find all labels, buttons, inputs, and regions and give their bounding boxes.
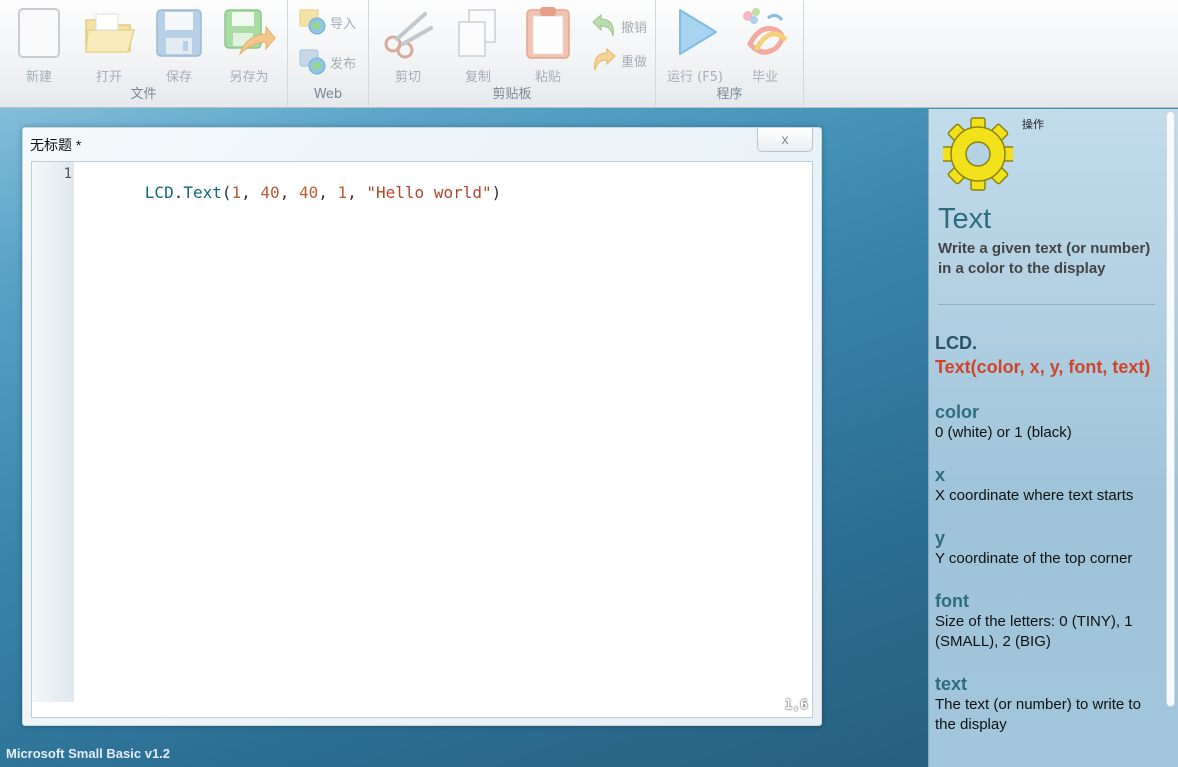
code-token: Text	[183, 183, 222, 202]
graduate-icon	[738, 6, 792, 60]
param-description: 0 (white) or 1 (black)	[935, 424, 1072, 441]
save-as-button[interactable]: 另存为	[217, 6, 281, 85]
help-signature: Text(color, x, y, font, text)	[935, 357, 1151, 377]
cursor-position: 1,6	[784, 698, 808, 713]
publish-button[interactable]: 发布	[298, 48, 357, 76]
param-name: color	[935, 402, 980, 422]
code-token: 40	[298, 183, 319, 202]
code-token: (	[221, 183, 232, 202]
editor-title: 无标题 *	[30, 137, 82, 153]
code-token: )	[491, 183, 502, 202]
code-token: .	[173, 183, 184, 202]
redo-button-label: 重做	[621, 54, 648, 70]
paste-button[interactable]: 粘贴	[516, 6, 580, 85]
help-scrollbar[interactable]	[1166, 111, 1175, 707]
code-token: ,	[279, 183, 299, 202]
publish-globe-icon	[298, 48, 328, 76]
ribbon-toolbar: 新建 打开 保存 另存为 文件 导入 发布 Web 剪切 复制 粘贴 撤销 重做…	[0, 0, 1178, 108]
line-number: 1	[63, 166, 72, 182]
graduate-button[interactable]: 毕业	[733, 6, 797, 85]
import-button[interactable]: 导入	[298, 8, 357, 36]
program-group-label: 程序	[716, 87, 743, 102]
program-group: 运行 (F5) 毕业 程序	[656, 0, 804, 106]
copy-button[interactable]: 复制	[446, 6, 510, 85]
param-name: y	[935, 528, 946, 548]
save-as-icon	[222, 6, 276, 60]
close-icon: x	[781, 131, 789, 147]
new-button[interactable]: 新建	[7, 6, 71, 85]
web-group-label: Web	[313, 87, 343, 102]
clipboard-paste-icon	[521, 6, 575, 60]
clipboard-group: 剪切 复制 粘贴 撤销 重做 剪贴板	[369, 0, 656, 106]
code-editor[interactable]: 1 LCD.Text(1, 40, 40, 1, "Hello world") …	[31, 161, 813, 718]
file-group: 新建 打开 保存 另存为 文件	[0, 0, 288, 106]
run-play-icon	[668, 6, 722, 60]
import-globe-icon	[298, 8, 328, 36]
cut-button[interactable]: 剪切	[376, 6, 440, 85]
code-token: ,	[318, 183, 338, 202]
param-text: text The text (or number) to write to th…	[935, 673, 1160, 735]
redo-button[interactable]: 重做	[589, 46, 648, 74]
code-token: ,	[241, 183, 261, 202]
help-summary: Write a given text (or number) in a colo…	[938, 240, 1151, 277]
section-label: 操作	[1022, 119, 1044, 131]
help-object-name: LCD.	[935, 333, 977, 353]
param-description: Size of the letters: 0 (TINY), 1 (SMALL)…	[935, 613, 1133, 650]
save-button[interactable]: 保存	[147, 6, 211, 85]
run-button[interactable]: 运行 (F5)	[663, 6, 727, 85]
code-token: "Hello world"	[366, 183, 492, 202]
import-button-label: 导入	[330, 16, 357, 32]
param-description: Y coordinate of the top corner	[935, 550, 1133, 567]
app-version: Microsoft Small Basic v1.2	[6, 746, 171, 761]
scissors-icon	[381, 6, 435, 60]
help-divider	[938, 304, 1155, 305]
help-panel: 操作 Text Write a given text (or number) i…	[928, 109, 1178, 767]
undo-button-label: 撤销	[621, 20, 648, 36]
redo-arrow-icon	[589, 46, 619, 74]
code-token: 1	[337, 183, 348, 202]
line-number-gutter: 1	[32, 162, 74, 702]
floppy-disk-icon	[152, 6, 206, 60]
close-editor-button[interactable]: x	[757, 128, 813, 152]
code-token: ,	[347, 183, 367, 202]
open-button[interactable]: 打开	[77, 6, 141, 85]
gear-icon	[941, 117, 1015, 191]
param-name: text	[935, 674, 968, 694]
param-x: x X coordinate where text starts	[935, 464, 1160, 506]
web-group: 导入 发布 Web	[288, 0, 369, 106]
code-token: 40	[260, 183, 280, 202]
help-title: Text	[938, 203, 992, 235]
undo-arrow-icon	[589, 12, 619, 40]
file-group-label: 文件	[130, 87, 157, 102]
copy-icon	[451, 6, 505, 60]
code-line[interactable]: LCD.Text(1, 40, 40, 1, "Hello world")	[87, 164, 501, 221]
param-name: font	[935, 591, 969, 611]
param-color: color 0 (white) or 1 (black)	[935, 401, 1160, 443]
param-y: y Y coordinate of the top corner	[935, 527, 1160, 569]
undo-button[interactable]: 撤销	[589, 12, 648, 40]
open-folder-icon	[82, 6, 136, 60]
clipboard-group-label: 剪贴板	[492, 87, 532, 102]
code-token: 1	[231, 183, 242, 202]
param-description: The text (or number) to write to the dis…	[935, 696, 1141, 733]
param-description: X coordinate where text starts	[935, 487, 1134, 504]
new-document-icon	[12, 6, 66, 60]
param-font: font Size of the letters: 0 (TINY), 1 (S…	[935, 590, 1160, 652]
publish-button-label: 发布	[330, 56, 357, 72]
param-name: x	[935, 465, 946, 485]
code-token: LCD	[144, 183, 174, 202]
editor-window: 无标题 * x 1 LCD.Text(1, 40, 40, 1, "Hello …	[22, 127, 822, 726]
